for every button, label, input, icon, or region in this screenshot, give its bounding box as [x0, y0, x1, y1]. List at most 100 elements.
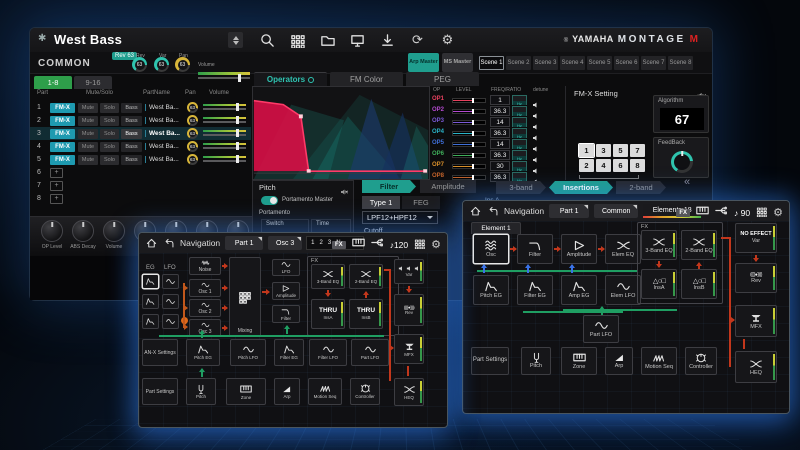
block-controller[interactable]: Controller: [350, 378, 380, 405]
scene-5-button[interactable]: Scene 5: [587, 56, 612, 70]
block-reverb[interactable]: ((((●))))Rev: [394, 294, 424, 326]
settings-gear-icon[interactable]: ⚙: [431, 240, 441, 251]
op-level-slider[interactable]: [452, 175, 486, 180]
operator-envelope-graph[interactable]: [252, 86, 430, 180]
block-mixing[interactable]: Mixing: [229, 257, 261, 337]
tab-insertions[interactable]: Insertions: [549, 181, 613, 194]
part-volume-slider[interactable]: [203, 156, 246, 164]
block-ins-b[interactable]: △○□InsB: [681, 269, 717, 299]
part-name[interactable]: West Ba...: [145, 156, 185, 163]
store-download-icon[interactable]: [380, 33, 395, 48]
op-freq-value[interactable]: 1: [490, 95, 510, 105]
op-detune-display[interactable]: Hz: [512, 150, 527, 160]
scene-1-button[interactable]: Scene 1: [479, 56, 504, 70]
block-controller[interactable]: Controller: [685, 347, 717, 375]
op3-row[interactable]: OP3 14 Hz: [430, 117, 565, 127]
block-part-settings[interactable]: Part Settings: [471, 347, 509, 375]
scene-4-button[interactable]: Scene 4: [560, 56, 585, 70]
abs-decay-knob[interactable]: [72, 220, 94, 242]
home-icon[interactable]: [470, 206, 481, 217]
block-motion-seq[interactable]: Motion Seq: [308, 378, 342, 405]
block-lfo[interactable]: LFO: [272, 259, 300, 276]
block-arp[interactable]: Arp: [605, 347, 633, 375]
osc-subtab-1[interactable]: 1: [311, 240, 314, 246]
op-detune-display[interactable]: Hz: [512, 161, 527, 171]
algo-op-1[interactable]: 1: [579, 144, 594, 157]
rev-knob[interactable]: 63: [132, 57, 147, 72]
ms-master-button[interactable]: MS Master: [442, 53, 473, 72]
block-3-band-eq[interactable]: 3-Band EQ: [311, 264, 345, 289]
feedback-control[interactable]: FeedBack: [653, 137, 709, 178]
keyboard-icon[interactable]: [352, 236, 365, 254]
home-icon[interactable]: [146, 238, 157, 249]
block-osc-2[interactable]: Osc 2: [189, 299, 221, 317]
block-arp[interactable]: Arp: [274, 378, 300, 405]
display-window-icon[interactable]: [350, 33, 365, 48]
mute-button[interactable]: Mute: [78, 116, 98, 126]
matrix-grid-icon[interactable]: [756, 204, 767, 222]
block-filter[interactable]: Filter: [517, 234, 553, 264]
op-level-slider[interactable]: [452, 164, 486, 169]
tab-peg[interactable]: PEG: [406, 72, 479, 86]
var-knob[interactable]: 63: [154, 57, 169, 72]
fx-badge[interactable]: FX: [332, 241, 346, 249]
part-row-4[interactable]: 4 FM-X Mute Solo Bass West Ba... 63: [30, 140, 251, 153]
block-heq[interactable]: HEQ: [394, 378, 424, 406]
tab-3-band[interactable]: 3-band: [496, 181, 546, 194]
parts-tab-1-8[interactable]: 1-8: [34, 76, 72, 89]
back-return-icon[interactable]: [488, 206, 499, 217]
block-part-settings[interactable]: Part Settings: [142, 378, 178, 405]
part-volume-slider[interactable]: [203, 130, 246, 138]
block-filter-lfo[interactable]: Filter LFO: [309, 339, 347, 366]
block-filter-eg[interactable]: Filter EG: [517, 275, 553, 305]
op-freq-value[interactable]: 36.3: [490, 150, 510, 160]
op-level-slider[interactable]: [452, 109, 486, 114]
block-motion-seq[interactable]: Motion Seq: [641, 347, 677, 375]
add-part-button[interactable]: +: [50, 181, 63, 191]
tab-part-1[interactable]: Part 1: [225, 236, 263, 250]
block-part-lfo[interactable]: Part LFO: [351, 339, 389, 366]
block-zone[interactable]: Zone: [226, 378, 266, 405]
tab-amplitude[interactable]: Amplitude: [420, 180, 476, 193]
op-level-knob[interactable]: [41, 220, 63, 242]
op-level-slider[interactable]: [452, 98, 486, 103]
op-freq-value[interactable]: 36.3: [490, 172, 510, 182]
part-name[interactable]: West Ba...: [145, 117, 185, 124]
element-1-tab[interactable]: Element 1: [471, 222, 521, 234]
solo-button[interactable]: Solo: [100, 129, 119, 139]
part-row-2[interactable]: 2 FM-X Mute Solo Bass West Ba... 63: [30, 114, 251, 127]
op4-row[interactable]: OP4 36.3 Hz: [430, 128, 565, 138]
part-name[interactable]: West Ba...: [145, 143, 185, 150]
op1-row[interactable]: OP1 1 Hz: [430, 95, 565, 105]
refresh-icon[interactable]: ⟳: [410, 33, 425, 48]
settings-gear-icon[interactable]: ⚙: [773, 208, 783, 219]
tab-operators[interactable]: Operators: [254, 72, 327, 86]
scene-7-button[interactable]: Scene 7: [641, 56, 666, 70]
pitch-monitor-speaker-icon[interactable]: [340, 183, 348, 201]
tab-common[interactable]: Common: [594, 204, 638, 218]
part-pan-knob[interactable]: 63: [187, 141, 198, 152]
volume-knob[interactable]: [103, 220, 125, 242]
block-pitch[interactable]: Pitch: [186, 378, 216, 405]
pan-knob[interactable]: 63: [175, 57, 190, 72]
op-detune-display[interactable]: Hz: [512, 117, 527, 127]
block-3-band-eq[interactable]: 3-Band EQ: [641, 230, 677, 260]
op-freq-value[interactable]: 30: [490, 161, 510, 171]
search-icon[interactable]: [260, 33, 275, 48]
tab-fm-color[interactable]: FM Color: [330, 72, 403, 86]
op2-row[interactable]: OP2 36.3 Hz: [430, 106, 565, 116]
block-ins-a[interactable]: △○□InsA: [641, 269, 677, 299]
algo-op-8[interactable]: 8: [630, 159, 645, 172]
common-label[interactable]: COMMON: [38, 58, 91, 69]
block-filter-eg[interactable]: Filter EG: [274, 339, 304, 366]
block-mfx[interactable]: MFX: [394, 334, 424, 364]
block-lfo-1[interactable]: [162, 274, 179, 289]
algo-op-3[interactable]: 3: [596, 144, 611, 157]
block-pitch-eg[interactable]: Pitch EG: [186, 339, 220, 366]
parts-tab-9-16[interactable]: 9-16: [74, 76, 112, 89]
osc-subtab-2[interactable]: 2: [320, 240, 323, 246]
algo-op-5[interactable]: 5: [613, 144, 628, 157]
block-variation[interactable]: NO EFFECTVar: [735, 223, 777, 253]
mute-button[interactable]: Mute: [78, 103, 98, 113]
back-return-icon[interactable]: [164, 238, 175, 249]
